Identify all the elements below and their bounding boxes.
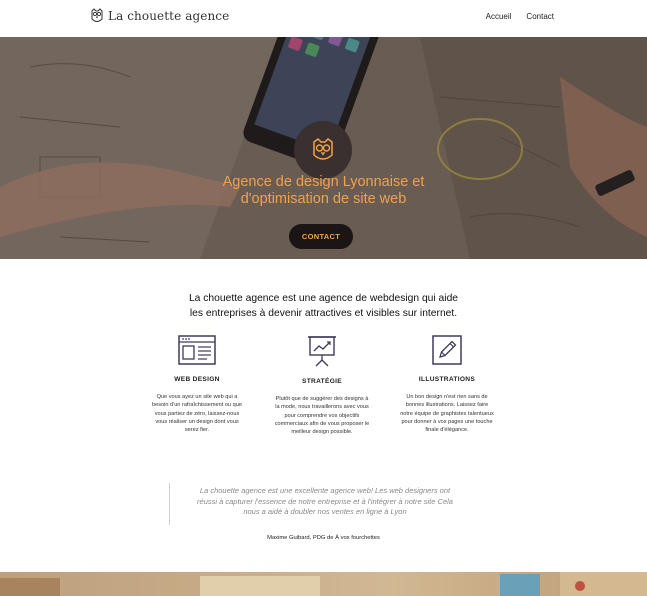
service-title: WEB DESIGN xyxy=(174,376,220,383)
service-web-design: WEB DESIGN Que vous ayez un site web qui… xyxy=(137,334,257,434)
nav-contact[interactable]: Contact xyxy=(526,12,554,21)
logo[interactable]: La chouette agence xyxy=(90,8,229,24)
service-desc-line: vous partiez de zéro, laissez-nous xyxy=(154,410,240,417)
service-desc-line: besoin d'un rafraîchissement ou que xyxy=(151,402,242,409)
contact-button[interactable]: CONTACT xyxy=(289,224,353,249)
quote-line: nous a aidé à doubler nos ventes en lign… xyxy=(243,507,407,516)
hero-title-line2: d'optimisation de site web xyxy=(240,191,407,207)
service-desc-line: la mode, nous travaillerons avec vous xyxy=(275,404,369,411)
service-desc-line: pour donner à vos pages une touche xyxy=(401,418,493,425)
logo-text: La chouette agence xyxy=(108,9,230,23)
browser-window-icon xyxy=(178,335,216,365)
service-desc-line: pour comprendre vos objectifs xyxy=(284,412,360,419)
service-desc: Un bon design n'est rien sans de bonnes … xyxy=(387,393,507,434)
nav-accueil[interactable]: Accueil xyxy=(486,12,512,21)
bottom-image-band xyxy=(0,572,647,596)
owl-icon xyxy=(313,138,333,160)
quote-line: La chouette agence est une excellente ag… xyxy=(199,486,451,495)
hero-title-line1: Agence de design Lyonnaise et xyxy=(222,174,425,190)
service-desc-line: Plutôt que de suggérer des designs à xyxy=(275,396,369,402)
service-desc: Que vous ayez un site web qui a besoin d… xyxy=(137,393,257,434)
main-nav: Accueil Contact xyxy=(486,12,554,21)
owl-logo-icon xyxy=(91,8,103,22)
service-desc-line: Que vous ayez un site web qui a xyxy=(156,394,238,400)
hero-section: Agence de design Lyonnaise et d'optimisa… xyxy=(0,37,647,259)
intro-text: La chouette agence est une agence de web… xyxy=(0,292,647,321)
service-desc-line: serez fier. xyxy=(184,427,210,434)
service-title: STRATÉGIE xyxy=(302,378,342,385)
intro-line2: les entreprises à devenir attractives et… xyxy=(189,307,458,319)
presentation-chart-icon xyxy=(308,336,336,367)
service-desc-line: vous réaliser un design dont vous xyxy=(155,418,239,425)
service-desc: Plutôt que de suggérer des designs à la … xyxy=(262,395,382,436)
service-desc-line: Un bon design n'est rien sans de xyxy=(406,394,488,400)
quote-line: réussi à capturer l'essence de notre ent… xyxy=(197,496,453,506)
hero-title: Agence de design Lyonnaise et d'optimisa… xyxy=(0,174,647,208)
testimonial-author: Maxime Guibard, PDG de À vos fourchettes xyxy=(267,535,380,541)
service-desc-line: finale d'élégance. xyxy=(425,427,469,434)
service-desc-line: notre équipe de graphistes talentueux xyxy=(400,410,494,417)
service-desc-line: meilleur design possible. xyxy=(291,429,353,436)
intro-line1: La chouette agence est une agence de web… xyxy=(188,293,459,304)
testimonial-quote: La chouette agence est une excellente ag… xyxy=(180,486,470,518)
service-strategie: STRATÉGIE Plutôt que de suggérer des des… xyxy=(262,334,382,436)
service-illustrations: ILLUSTRATIONS Un bon design n'est rien s… xyxy=(387,334,507,434)
service-title: ILLUSTRATIONS xyxy=(418,376,476,383)
bottom-background-image xyxy=(0,572,647,596)
site-header: La chouette agence Accueil Contact xyxy=(0,0,647,37)
hero-owl-badge xyxy=(294,121,352,179)
service-desc-line: commerciaux afin de vous proposer le xyxy=(274,420,370,427)
service-desc-line: bonnes illustrations. Laissez faire xyxy=(405,402,489,409)
pencil-icon xyxy=(432,335,462,365)
quote-bar xyxy=(169,483,170,525)
